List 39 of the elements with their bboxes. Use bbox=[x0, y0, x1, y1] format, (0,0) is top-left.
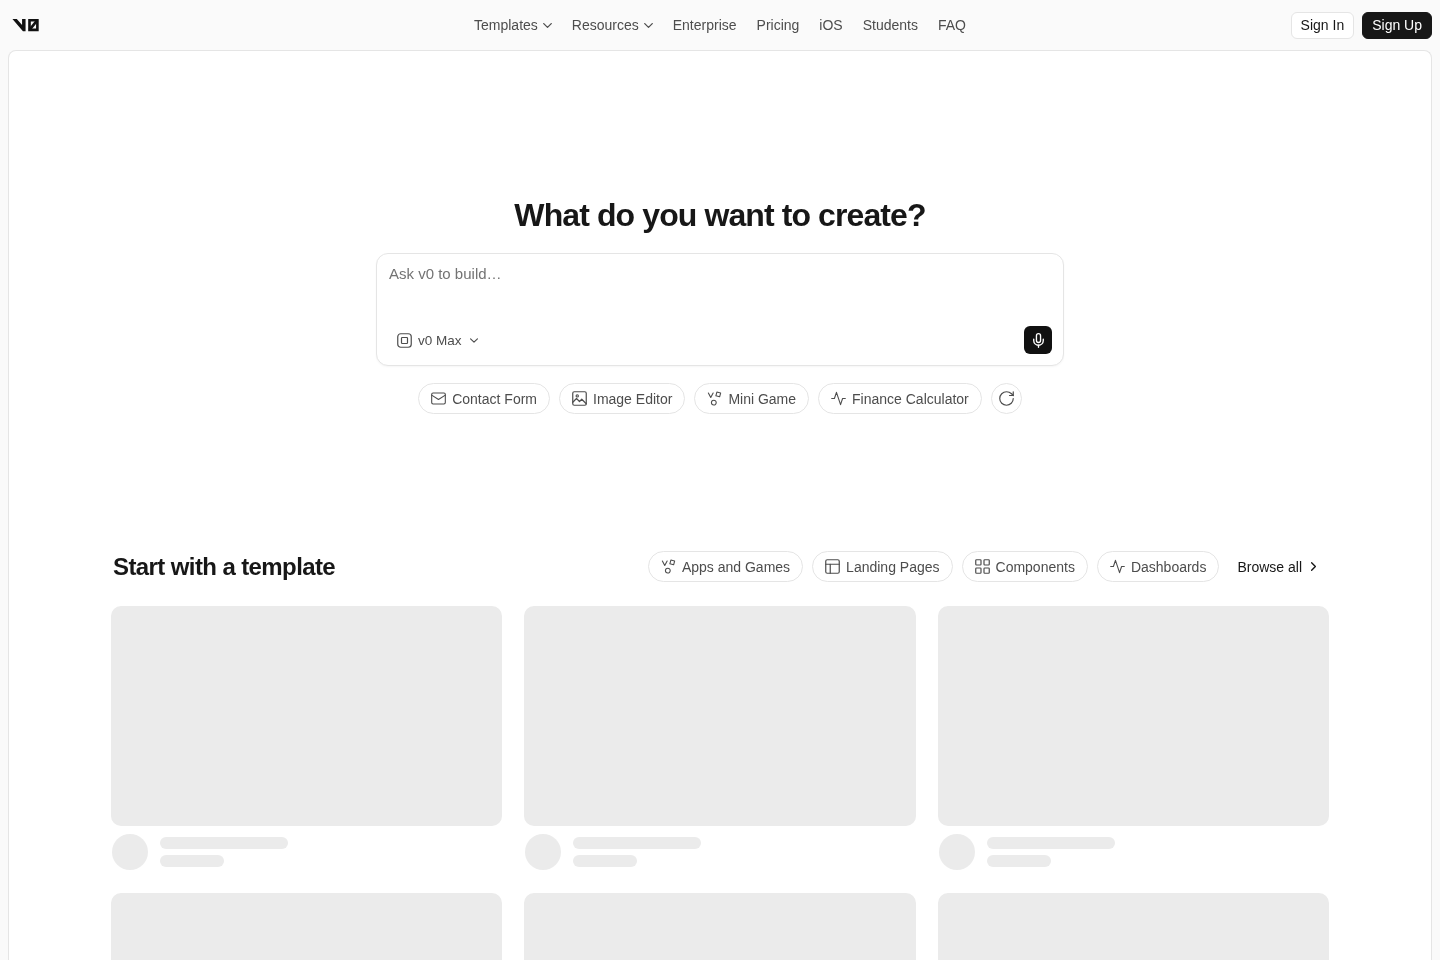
nested-squares-icon bbox=[397, 332, 412, 348]
envelope-icon bbox=[431, 391, 447, 406]
suggestion-chip[interactable]: Finance Calculator bbox=[818, 383, 982, 414]
category-chip[interactable]: Dashboards bbox=[1096, 551, 1220, 582]
pulse-icon bbox=[831, 391, 847, 406]
nav-link[interactable]: Resources bbox=[561, 11, 663, 39]
suggestion-chip[interactable]: Mini Game bbox=[694, 383, 810, 414]
nav-link[interactable]: Pricing bbox=[746, 11, 810, 39]
page-heading: What do you want to create? bbox=[514, 196, 926, 235]
refresh-button[interactable] bbox=[990, 383, 1022, 414]
suggestion-chip[interactable]: Image Editor bbox=[559, 383, 686, 414]
shapes-icon bbox=[707, 391, 723, 406]
layout-icon bbox=[825, 559, 841, 574]
nav-link[interactable]: Templates bbox=[464, 11, 562, 39]
nav-link[interactable]: iOS bbox=[809, 11, 853, 39]
nav-link[interactable]: Students bbox=[852, 11, 928, 39]
pulse-icon bbox=[1109, 559, 1125, 574]
browse-all-link[interactable]: Browse all bbox=[1228, 551, 1329, 582]
category-chip[interactable]: Landing Pages bbox=[812, 551, 953, 582]
prompt-input[interactable]: Ask v0 to build… bbox=[377, 254, 1063, 318]
suggestion-chip[interactable]: Contact Form bbox=[418, 383, 550, 414]
category-chip[interactable]: Apps and Games bbox=[647, 551, 804, 582]
microphone-icon bbox=[1032, 332, 1044, 348]
logo[interactable] bbox=[12, 18, 40, 32]
secondary-button[interactable]: Sign In bbox=[1290, 11, 1355, 39]
refresh-icon bbox=[998, 391, 1014, 406]
section-heading: Start with a template bbox=[113, 551, 336, 582]
primary-button[interactable]: Sign Up bbox=[1362, 11, 1432, 39]
chevron-down-icon bbox=[469, 337, 478, 343]
shapes-icon bbox=[660, 559, 676, 574]
chevron-right-icon bbox=[1311, 562, 1316, 571]
category-chip[interactable]: Components bbox=[961, 551, 1088, 582]
grid-icon bbox=[974, 559, 990, 574]
prompt-box[interactable]: Ask v0 to build… v0 Max bbox=[376, 253, 1064, 366]
image-icon bbox=[572, 391, 587, 406]
microphone-button[interactable] bbox=[1024, 326, 1052, 354]
nav-link[interactable]: FAQ bbox=[927, 11, 976, 39]
nav-link[interactable]: Enterprise bbox=[662, 11, 747, 39]
model-selector[interactable]: v0 Max bbox=[391, 326, 484, 354]
